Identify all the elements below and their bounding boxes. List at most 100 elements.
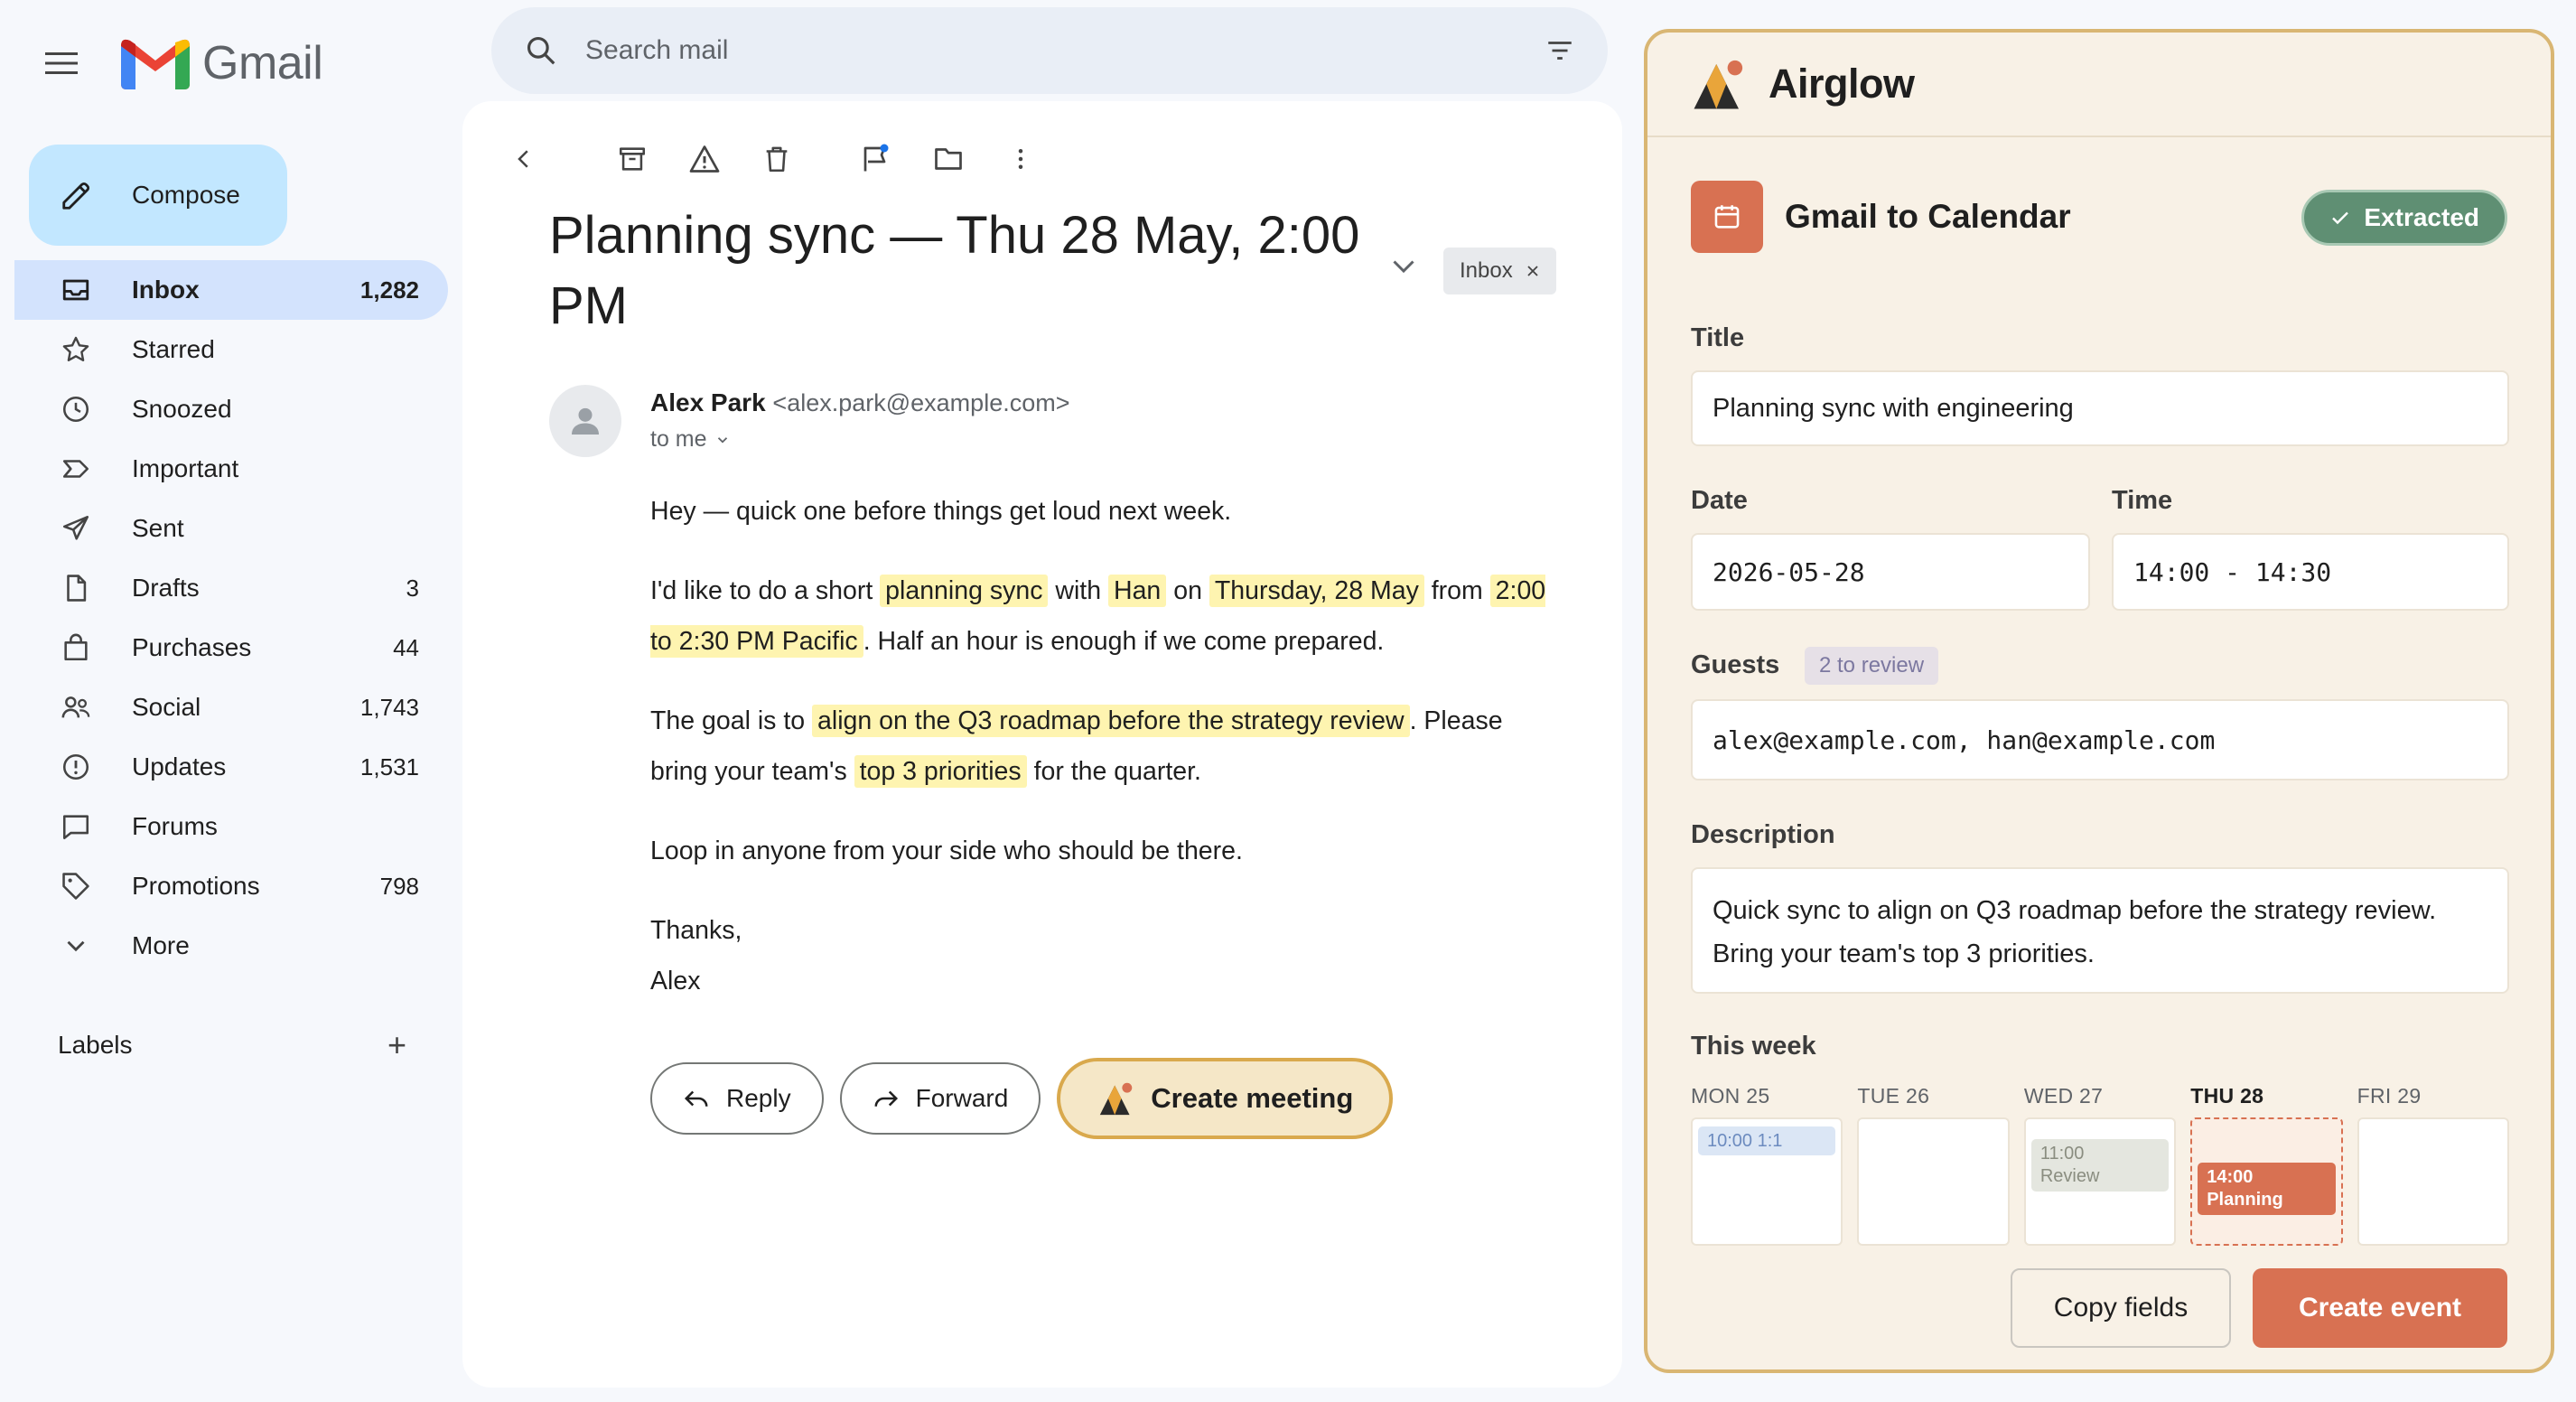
search-bar: [491, 7, 1608, 94]
recipient-details[interactable]: to me: [650, 426, 731, 453]
title-field[interactable]: Planning sync with engineering: [1691, 370, 2509, 446]
reply-icon: [684, 1090, 708, 1107]
description-label: Description: [1691, 820, 1835, 849]
more-options-button[interactable]: [995, 134, 1046, 184]
highlight-guest: Han: [1108, 575, 1167, 607]
chevron-down-icon: [60, 930, 92, 962]
day-cell-selected[interactable]: 14:00 Planning: [2190, 1117, 2343, 1246]
recipient-text: to me: [650, 426, 707, 452]
unread-count: 1,282: [359, 276, 419, 304]
sidebar-item-updates[interactable]: Updates 1,531: [14, 737, 448, 797]
report-spam-button[interactable]: [679, 134, 730, 184]
sidebar-item-sent[interactable]: Sent: [14, 499, 448, 558]
sidebar-item-promotions[interactable]: Promotions 798: [14, 856, 448, 916]
arrow-back-icon: [518, 150, 528, 168]
search-input[interactable]: [585, 35, 1545, 66]
sidebar-item-forums[interactable]: Forums: [14, 797, 448, 856]
sidebar-item-drafts[interactable]: Drafts 3: [14, 558, 448, 618]
status-text: Extracted: [2364, 203, 2479, 231]
people-icon: [60, 691, 92, 724]
expand-subject-button[interactable]: [1387, 249, 1420, 286]
labels-heading: Labels: [58, 1031, 133, 1059]
chevron-down-icon: [1393, 260, 1414, 274]
description-field[interactable]: Quick sync to align on Q3 roadmap before…: [1691, 867, 2509, 994]
forward-button[interactable]: Forward: [839, 1062, 1041, 1135]
item-count: 1,531: [359, 752, 419, 780]
airglow-header: Airglow: [1647, 33, 2551, 137]
sender-name[interactable]: Alex Park: [650, 388, 766, 416]
day-cell[interactable]: 10:00 1:1: [1691, 1117, 1843, 1246]
event-name: Review: [2039, 1166, 2100, 1186]
sidebar-item-more[interactable]: More: [14, 916, 448, 976]
sidebar-item-label: Social: [132, 693, 201, 721]
calendar-event[interactable]: 10:00 1:1: [1698, 1126, 1836, 1155]
sidebar-nav: Inbox 1,282 Starred Snoozed Important Se…: [14, 260, 448, 976]
body-text: The goal is to: [650, 706, 806, 735]
reply-button[interactable]: Reply: [650, 1062, 824, 1135]
filter-options-icon[interactable]: [1545, 35, 1575, 66]
move-to-button[interactable]: [923, 134, 974, 184]
sidebar-item-label: Starred: [132, 335, 215, 363]
body-text: for the quarter.: [1033, 757, 1201, 786]
guests-field[interactable]: alex@example.com, han@example.com: [1691, 699, 2509, 780]
day-label: WED 27: [2023, 1084, 2104, 1108]
item-count: 44: [393, 633, 419, 661]
archive-button[interactable]: [607, 134, 658, 184]
airglow-logo-icon: [1100, 1082, 1133, 1116]
important-icon: [60, 453, 92, 485]
main-menu-button[interactable]: [40, 42, 83, 85]
sidebar-item-inbox[interactable]: Inbox 1,282: [14, 260, 448, 320]
calendar-event[interactable]: 11:00 Review: [2030, 1139, 2170, 1192]
day-cell[interactable]: [1857, 1117, 2010, 1246]
highlight-goal: align on the Q3 roadmap before the strat…: [812, 705, 1410, 737]
bag-icon: [60, 631, 92, 664]
copy-fields-button[interactable]: Copy fields: [2011, 1268, 2231, 1348]
day-cell[interactable]: [2357, 1117, 2510, 1246]
forward-label: Forward: [915, 1084, 1009, 1112]
sidebar-item-starred[interactable]: Starred: [14, 320, 448, 379]
sidebar-item-snoozed[interactable]: Snoozed: [14, 379, 448, 439]
compose-label: Compose: [132, 181, 240, 209]
day-column-mon: MON 25 10:00 1:1: [1691, 1084, 1843, 1246]
mark-unread-button[interactable]: [851, 134, 901, 184]
add-label-button[interactable]: +: [387, 1026, 406, 1064]
search-icon[interactable]: [524, 33, 558, 68]
time-field[interactable]: 14:00 - 14:30: [2112, 533, 2509, 611]
sidebar-item-purchases[interactable]: Purchases 44: [14, 618, 448, 678]
card-header: Gmail to Calendar: [1691, 181, 2071, 253]
signoff: Thanks,: [650, 916, 742, 945]
proposed-event[interactable]: 14:00 Planning: [2198, 1163, 2336, 1215]
back-button[interactable]: [499, 134, 549, 184]
sidebar-item-label: Inbox: [132, 276, 200, 304]
more-vert-icon: [1018, 149, 1023, 169]
email-toolbar: [499, 134, 1068, 184]
create-event-button[interactable]: Create event: [2253, 1268, 2507, 1348]
sidebar-item-label: Important: [132, 454, 239, 482]
day-label: FRI 29: [2357, 1084, 2422, 1108]
body-text: from: [1431, 576, 1483, 605]
close-icon[interactable]: [1526, 264, 1540, 278]
sidebar-item-important[interactable]: Important: [14, 439, 448, 499]
date-field[interactable]: 2026-05-28: [1691, 533, 2090, 611]
folder-icon: [935, 148, 962, 170]
gmail-logo[interactable]: Gmail: [121, 36, 323, 90]
compose-button[interactable]: Compose: [29, 145, 287, 246]
item-count: 1,743: [359, 693, 419, 721]
delete-button[interactable]: [751, 134, 802, 184]
day-column-fri: FRI 29: [2357, 1084, 2510, 1246]
body-paragraph: Loop in anyone from your side who should…: [650, 837, 1243, 865]
week-preview: MON 25 10:00 1:1 TUE 26 WED 27 11:00 Rev…: [1691, 1084, 2510, 1246]
email-subject: Planning sync — Thu 28 May, 2:00 PM: [549, 206, 1360, 335]
card-title: Gmail to Calendar: [1785, 198, 2071, 235]
calendar-icon: [1714, 205, 1740, 229]
create-meeting-button[interactable]: Create meeting: [1057, 1058, 1394, 1139]
calendar-badge: [1691, 181, 1763, 253]
body-text: with: [1055, 576, 1102, 605]
clock-icon: [60, 393, 92, 425]
sidebar-item-social[interactable]: Social 1,743: [14, 678, 448, 737]
sidebar-item-label: Drafts: [132, 574, 200, 602]
highlight-event-title: planning sync: [880, 575, 1049, 607]
email-view: Planning sync — Thu 28 May, 2:00 PM Inbo…: [462, 101, 1622, 1388]
day-cell[interactable]: 11:00 Review: [2023, 1117, 2177, 1246]
reply-label: Reply: [726, 1084, 791, 1112]
